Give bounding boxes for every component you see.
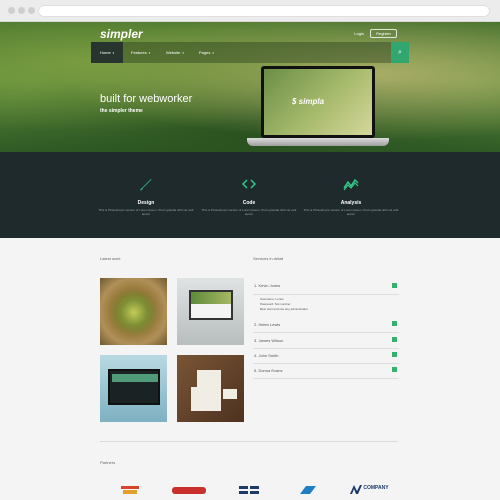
card-image <box>197 370 221 388</box>
feature-desc: This is Photoshop's version of Lorem Ips… <box>303 208 399 216</box>
work-thumbnail[interactable] <box>177 278 244 345</box>
card-image <box>191 387 221 411</box>
work-thumbnail[interactable] <box>100 355 167 422</box>
service-detail: Username: Lorem Password: Not number Bes… <box>260 297 309 311</box>
toggle-icon[interactable] <box>392 283 397 288</box>
feature-code: Code This is Photoshop's version of Lore… <box>199 176 299 216</box>
feature-desc: This is Photoshop's version of Lorem Ips… <box>98 208 194 216</box>
service-item[interactable]: 5. Donna Evans <box>253 364 399 379</box>
chevron-down-icon: ▾ <box>148 51 151 55</box>
toggle-icon[interactable] <box>392 337 397 342</box>
brush-icon <box>96 176 196 192</box>
feature-desc: This is Photoshop's version of Lorem Ips… <box>201 208 297 216</box>
login-link[interactable]: Login <box>354 31 364 36</box>
account-links: Login Register <box>354 29 397 38</box>
toggle-icon[interactable] <box>392 352 397 357</box>
chevron-down-icon: ▾ <box>112 51 115 55</box>
nav-item-features[interactable]: Features ▾ <box>131 42 150 63</box>
laptop-logo: $ simpla <box>292 97 325 106</box>
service-item[interactable]: 4. John Smith <box>253 349 399 364</box>
partner-company-text: COMPANY <box>363 485 389 491</box>
chevron-down-icon: ▾ <box>182 51 184 55</box>
chevron-down-icon: ▾ <box>212 51 214 55</box>
partners-title: Partners <box>100 460 116 465</box>
partner-logo[interactable]: COMPANY <box>350 485 389 496</box>
work-thumbnail[interactable] <box>177 355 244 422</box>
laptop-screen: $ simpla <box>264 69 372 135</box>
features-section: Design This is Photoshop's version of Lo… <box>0 152 500 238</box>
services-title: Services in detail <box>253 256 284 261</box>
service-item[interactable]: 3. James Wilson <box>253 334 399 349</box>
nav-item-pages[interactable]: Pages ▾ <box>199 42 214 63</box>
work-thumbnail[interactable] <box>100 278 167 345</box>
page: simpler Login Register Home ▾ Features ▾ W… <box>0 0 500 500</box>
main-nav: Home ▾ Features ▾ Website ▾ Pages ▾ ⌕ <box>91 42 409 63</box>
window-dot-icon <box>8 7 15 14</box>
feature-title: Code <box>242 200 256 206</box>
feature-design: Design This is Photoshop's version of Lo… <box>96 176 196 216</box>
feature-title: Analysis <box>340 200 362 206</box>
service-item[interactable]: 2. Helen Lewis <box>253 318 399 333</box>
register-button[interactable]: Register <box>370 29 397 38</box>
laptop-mockup: $ simpla <box>261 66 375 138</box>
section-divider <box>100 441 398 442</box>
address-bar[interactable] <box>38 5 490 17</box>
nav-item-website[interactable]: Website ▾ <box>166 42 184 63</box>
feature-analysis: Analysis This is Photoshop's version of … <box>301 176 401 216</box>
partner-logo[interactable] <box>121 486 139 496</box>
browser-chrome <box>0 0 500 22</box>
code-icon <box>199 176 299 192</box>
window-dot-icon <box>18 7 25 14</box>
hero-title: built for webworker <box>100 93 193 105</box>
laptop-image <box>108 369 160 405</box>
hero-subtitle: the simpler theme <box>100 108 143 114</box>
search-icon: ⌕ <box>398 49 402 56</box>
laptop-base <box>247 138 389 146</box>
partner-logo[interactable] <box>172 486 206 496</box>
latest-work-title: Latest work <box>100 256 121 261</box>
feature-title: Design <box>137 200 155 206</box>
toggle-icon[interactable] <box>392 367 397 372</box>
partner-logo[interactable] <box>239 486 259 496</box>
partner-logo[interactable] <box>300 486 316 496</box>
nav-item-home[interactable]: Home ▾ <box>91 42 124 63</box>
toggle-icon[interactable] <box>392 321 397 326</box>
trend-icon <box>301 176 401 192</box>
site-logo[interactable]: simpler <box>100 27 143 41</box>
search-button[interactable]: ⌕ <box>391 42 409 63</box>
service-item[interactable]: 1. Kevin Jones <box>253 280 399 295</box>
monitor-image <box>189 290 233 320</box>
window-dot-icon <box>28 7 35 14</box>
card-image <box>223 389 237 399</box>
